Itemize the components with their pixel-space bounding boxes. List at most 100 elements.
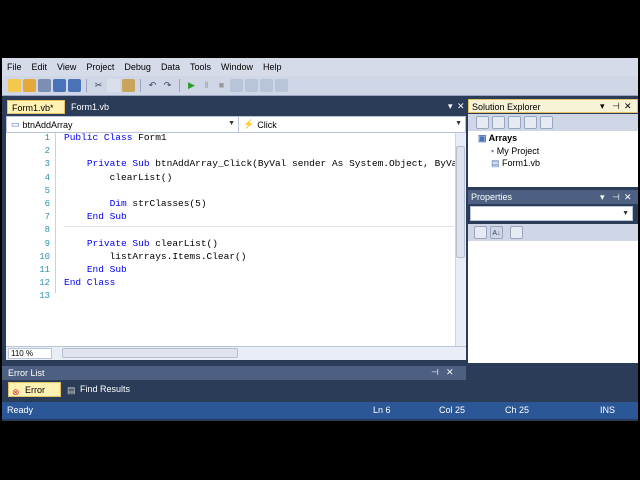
toolbox-icon[interactable] [260,79,273,92]
code-text: listArrays.Items.Clear() [109,250,247,262]
code-line[interactable]: End Sub [64,211,127,222]
copy-icon[interactable] [107,79,120,92]
menu-file[interactable]: File [2,62,27,72]
tree-item-form1[interactable]: ▤ Form1.vb [491,158,540,169]
save-all-icon[interactable] [68,79,81,92]
show-all-files-icon[interactable] [492,116,505,129]
window-position-icon[interactable]: ▾ [600,101,605,112]
menu-bar: File Edit View Project Debug Data Tools … [2,58,638,76]
new-project-icon[interactable] [8,79,21,92]
tree-item-project[interactable]: ▣ Arrays [478,133,517,144]
properties-icon[interactable] [476,116,489,129]
vertical-scroll-thumb[interactable] [456,146,465,258]
alphabetical-icon[interactable]: A↓ [490,226,503,239]
property-pages-icon[interactable] [510,226,523,239]
tab-form1-design[interactable]: Form1.vb [Design]* [67,100,149,126]
tab-form1-vb[interactable]: Form1.vb* [7,100,65,114]
object-browser-icon[interactable] [275,79,288,92]
horizontal-scroll-thumb[interactable] [62,348,238,358]
code-line[interactable]: Private Sub btnAddArray_Click(ByVal send… [64,158,463,169]
chevron-down-icon: ▼ [228,120,235,127]
code-line[interactable]: clearList() [64,172,173,183]
tree-item-my-project[interactable]: ▪ My Project [491,146,539,156]
code-line[interactable]: listArrays.Items.Clear() [64,250,247,262]
code-text: strClasses(5) [126,198,207,209]
toolbar-separator [140,79,141,92]
cut-icon[interactable]: ✂ [92,79,105,92]
view-designer-icon[interactable] [540,116,553,129]
zoom-level[interactable]: 110 % [8,348,52,359]
class-name-value: btnAddArray [22,119,73,130]
refresh-icon[interactable] [508,116,521,129]
status-line: Ln 6 [373,405,391,415]
code-keyword: End Sub [86,211,127,223]
properties-toolbar: A↓ [468,224,638,241]
start-debugging-icon[interactable]: ▶ [185,79,198,92]
save-icon[interactable] [53,79,66,92]
menu-help[interactable]: Help [258,62,287,72]
open-file-icon[interactable] [23,79,36,92]
close-panel-icon[interactable]: ✕ [446,367,454,378]
close-panel-icon[interactable]: ✕ [624,192,632,203]
code-line[interactable]: Public Class Form1 [64,132,167,143]
menu-edit[interactable]: Edit [27,62,53,72]
close-panel-icon[interactable]: ✕ [624,101,632,112]
menu-view[interactable]: View [52,62,81,72]
find-icon[interactable] [230,79,243,92]
document-dropdown-icon[interactable]: ▾ [448,101,453,112]
toolbar-separator [179,79,180,92]
menu-window[interactable]: Window [216,62,258,72]
line-number: 5 [44,185,50,196]
auto-hide-pin-icon[interactable]: ⊣ [612,101,620,112]
code-keyword: Private Sub [86,237,150,249]
code-line[interactable]: End Sub [64,264,127,275]
properties-window-icon[interactable] [245,79,258,92]
status-text: Ready [7,405,34,415]
code-keyword: Public Class [64,132,133,143]
find-icon: ▤ [67,385,76,395]
line-number: 2 [44,146,50,157]
class-name-dropdown[interactable]: ▭ btnAddArray ▼ [7,117,239,132]
line-number: 9 [44,238,50,249]
view-code-icon[interactable] [524,116,537,129]
object-selector[interactable]: ▼ [470,206,633,221]
code-line[interactable]: Dim strClasses(5) [64,198,207,209]
window-position-icon[interactable]: ▾ [600,192,605,203]
stop-icon[interactable]: ■ [215,79,228,92]
menu-project[interactable]: Project [81,62,119,72]
add-item-icon[interactable] [38,79,51,92]
redo-icon[interactable]: ↷ [161,79,174,92]
close-document-icon[interactable]: ✕ [457,101,465,112]
error-list-title: Error List [2,366,466,380]
auto-hide-pin-icon[interactable]: ⊣ [431,367,439,378]
line-number: 3 [44,159,50,170]
tab-error-list[interactable]: ⊗Error List [8,382,61,410]
line-number: 11 [39,265,50,275]
line-number: 8 [44,225,50,236]
pause-icon[interactable]: ‖ [200,79,213,92]
outline-margin [55,133,56,293]
paste-icon[interactable] [122,79,135,92]
menu-debug[interactable]: Debug [119,62,156,72]
toolbar-separator [86,79,87,92]
line-number: 10 [39,251,50,262]
chevron-down-icon: ▼ [622,210,629,217]
menu-data[interactable]: Data [156,62,185,72]
code-line[interactable]: End Class [64,277,115,288]
categorized-icon[interactable] [474,226,487,239]
code-text: btnAddArray_Click(ByVal sender As System… [149,158,464,170]
method-name-dropdown[interactable]: ⚡ Click ▼ [239,117,465,132]
chevron-down-icon: ▼ [455,120,462,127]
tab-find-results[interactable]: ▤ Find Results [64,382,134,397]
menu-tools[interactable]: Tools [185,62,216,72]
code-line[interactable]: Private Sub clearList() [64,238,218,249]
auto-hide-pin-icon[interactable]: ⊣ [612,192,620,203]
control-icon: ▭ [11,119,20,129]
form-icon: ▤ [491,158,503,168]
status-char: Ch 25 [505,405,530,415]
undo-icon[interactable]: ↶ [146,79,159,92]
